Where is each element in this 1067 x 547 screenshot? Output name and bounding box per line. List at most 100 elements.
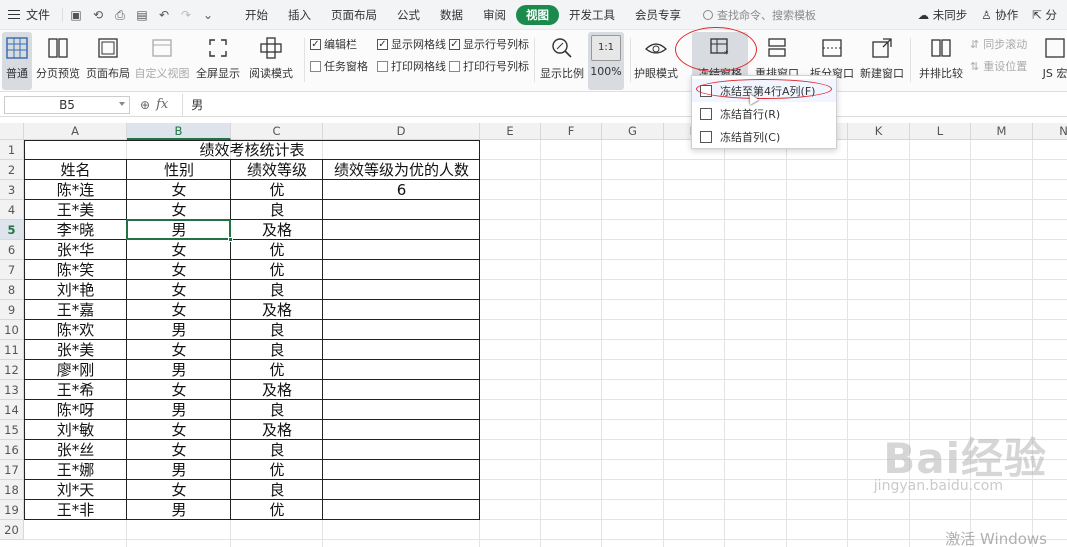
- row-header-1[interactable]: 1: [0, 140, 24, 160]
- tab-member[interactable]: 会员专享: [625, 5, 691, 25]
- data-cell[interactable]: 女: [127, 440, 231, 460]
- data-cell[interactable]: 女: [127, 480, 231, 500]
- eye-mode-button[interactable]: 护眼模式: [634, 32, 678, 90]
- row-header-8[interactable]: 8: [0, 280, 24, 300]
- undo-icon[interactable]: ↶: [157, 8, 171, 22]
- column-header-E[interactable]: E: [480, 123, 541, 140]
- data-cell[interactable]: 女: [127, 340, 231, 360]
- data-cell[interactable]: 张*丝: [24, 440, 127, 460]
- column-header-G[interactable]: G: [602, 123, 664, 140]
- data-cell[interactable]: 女: [127, 260, 231, 280]
- data-cell[interactable]: 及格: [231, 380, 323, 400]
- reading-mode-button[interactable]: 阅读模式: [246, 32, 296, 90]
- row-header-18[interactable]: 18: [0, 480, 24, 500]
- data-cell[interactable]: 男: [127, 360, 231, 380]
- count-result-cell[interactable]: 6: [323, 180, 480, 200]
- data-cell[interactable]: 男: [127, 400, 231, 420]
- print-headers-checkbox[interactable]: 打印行号列标: [449, 58, 529, 74]
- page-break-preview-button[interactable]: 分页预览: [36, 32, 80, 90]
- reset-position-button[interactable]: ⇅ 重设位置: [970, 58, 1027, 74]
- tab-home[interactable]: 开始: [235, 5, 278, 25]
- column-header-K[interactable]: K: [848, 123, 910, 140]
- data-cell[interactable]: 张*华: [24, 240, 127, 260]
- data-cell[interactable]: 陈*欢: [24, 320, 127, 340]
- row-header-4[interactable]: 4: [0, 200, 24, 220]
- data-cell[interactable]: 及格: [231, 420, 323, 440]
- data-cell[interactable]: 王*嘉: [24, 300, 127, 320]
- data-cell[interactable]: 陈*笑: [24, 260, 127, 280]
- data-cell[interactable]: 良: [231, 480, 323, 500]
- column-header-B[interactable]: B: [127, 123, 231, 140]
- data-cell[interactable]: 良: [231, 320, 323, 340]
- show-gridlines-checkbox[interactable]: ✓ 显示网格线: [377, 36, 446, 52]
- header-cell[interactable]: 绩效等级: [231, 160, 323, 180]
- menu-item-freeze-to-cell[interactable]: 冻结至第4行A列(F): [692, 79, 836, 102]
- data-cell[interactable]: 及格: [231, 220, 323, 240]
- data-cell[interactable]: 王*美: [24, 200, 127, 220]
- data-cell[interactable]: 女: [127, 280, 231, 300]
- row-header-20[interactable]: 20: [0, 520, 24, 540]
- row-header-10[interactable]: 10: [0, 320, 24, 340]
- tab-insert[interactable]: 插入: [278, 5, 321, 25]
- tab-page-layout[interactable]: 页面布局: [321, 5, 387, 25]
- tab-view[interactable]: 视图: [516, 4, 560, 25]
- data-cell[interactable]: 王*非: [24, 500, 127, 520]
- data-cell[interactable]: 李*晓: [24, 220, 127, 240]
- row-header-5[interactable]: 5: [0, 220, 24, 240]
- row-header-2[interactable]: 2: [0, 160, 24, 180]
- data-cell[interactable]: 陈*呀: [24, 400, 127, 420]
- file-menu[interactable]: 文件: [0, 0, 58, 30]
- row-header-6[interactable]: 6: [0, 240, 24, 260]
- fullscreen-button[interactable]: 全屏显示: [196, 32, 240, 90]
- data-cell[interactable]: 优: [231, 240, 323, 260]
- data-cell[interactable]: 优: [231, 360, 323, 380]
- row-header-9[interactable]: 9: [0, 300, 24, 320]
- data-cell[interactable]: 廖*刚: [24, 360, 127, 380]
- data-cell[interactable]: 优: [231, 180, 323, 200]
- share-button[interactable]: ⇱ 分: [1032, 7, 1057, 23]
- data-cell[interactable]: 男: [127, 460, 231, 480]
- data-cell[interactable]: 王*希: [24, 380, 127, 400]
- row-header-3[interactable]: 3: [0, 180, 24, 200]
- save-icon[interactable]: ▣: [69, 8, 83, 22]
- row-header-12[interactable]: 12: [0, 360, 24, 380]
- edit-bar-checkbox[interactable]: ✓ 编辑栏: [310, 36, 357, 52]
- menu-item-freeze-first-col[interactable]: 冻结首列(C): [692, 125, 836, 148]
- sync-scroll-button[interactable]: ⇵ 同步滚动: [970, 36, 1027, 52]
- data-cell[interactable]: 男: [127, 500, 231, 520]
- side-by-side-button[interactable]: 并排比较: [918, 32, 964, 90]
- zoom-100-button[interactable]: 1:1 100%: [588, 32, 624, 90]
- new-window-button[interactable]: 新建窗口: [860, 32, 904, 90]
- row-header-7[interactable]: 7: [0, 260, 24, 280]
- tab-review[interactable]: 审阅: [473, 5, 516, 25]
- data-cell[interactable]: 刘*天: [24, 480, 127, 500]
- data-cell[interactable]: 优: [231, 460, 323, 480]
- tab-data[interactable]: 数据: [430, 5, 473, 25]
- select-all-corner[interactable]: [0, 123, 24, 140]
- name-box[interactable]: B5: [4, 95, 130, 114]
- column-header-L[interactable]: L: [910, 123, 971, 140]
- row-header-16[interactable]: 16: [0, 440, 24, 460]
- menu-item-freeze-first-row[interactable]: 冻结首行(R): [692, 102, 836, 125]
- formula-input[interactable]: 男: [182, 93, 1067, 116]
- data-cell[interactable]: 王*娜: [24, 460, 127, 480]
- header-cell[interactable]: 绩效等级为优的人数: [323, 160, 480, 180]
- tab-developer[interactable]: 开发工具: [559, 5, 625, 25]
- column-header-N[interactable]: N: [1033, 123, 1067, 140]
- data-cell[interactable]: 女: [127, 300, 231, 320]
- customize-icon[interactable]: ⌄: [201, 8, 215, 22]
- column-header-C[interactable]: C: [231, 123, 323, 140]
- print-gridlines-checkbox[interactable]: 打印网格线: [377, 58, 446, 74]
- header-cell[interactable]: 姓名: [24, 160, 127, 180]
- data-cell[interactable]: 优: [231, 260, 323, 280]
- column-header-D[interactable]: D: [323, 123, 480, 140]
- zoom-button[interactable]: 显示比例: [540, 32, 584, 90]
- custom-view-button[interactable]: 自定义视图: [135, 32, 190, 90]
- header-cell[interactable]: 性别: [127, 160, 231, 180]
- show-headers-checkbox[interactable]: ✓ 显示行号列标: [449, 36, 529, 52]
- data-cell[interactable]: 刘*艳: [24, 280, 127, 300]
- page-layout-button[interactable]: 页面布局: [86, 32, 130, 90]
- share-file-icon[interactable]: ⟲: [91, 8, 105, 22]
- sync-status[interactable]: ☁ 未同步: [918, 7, 968, 23]
- row-header-11[interactable]: 11: [0, 340, 24, 360]
